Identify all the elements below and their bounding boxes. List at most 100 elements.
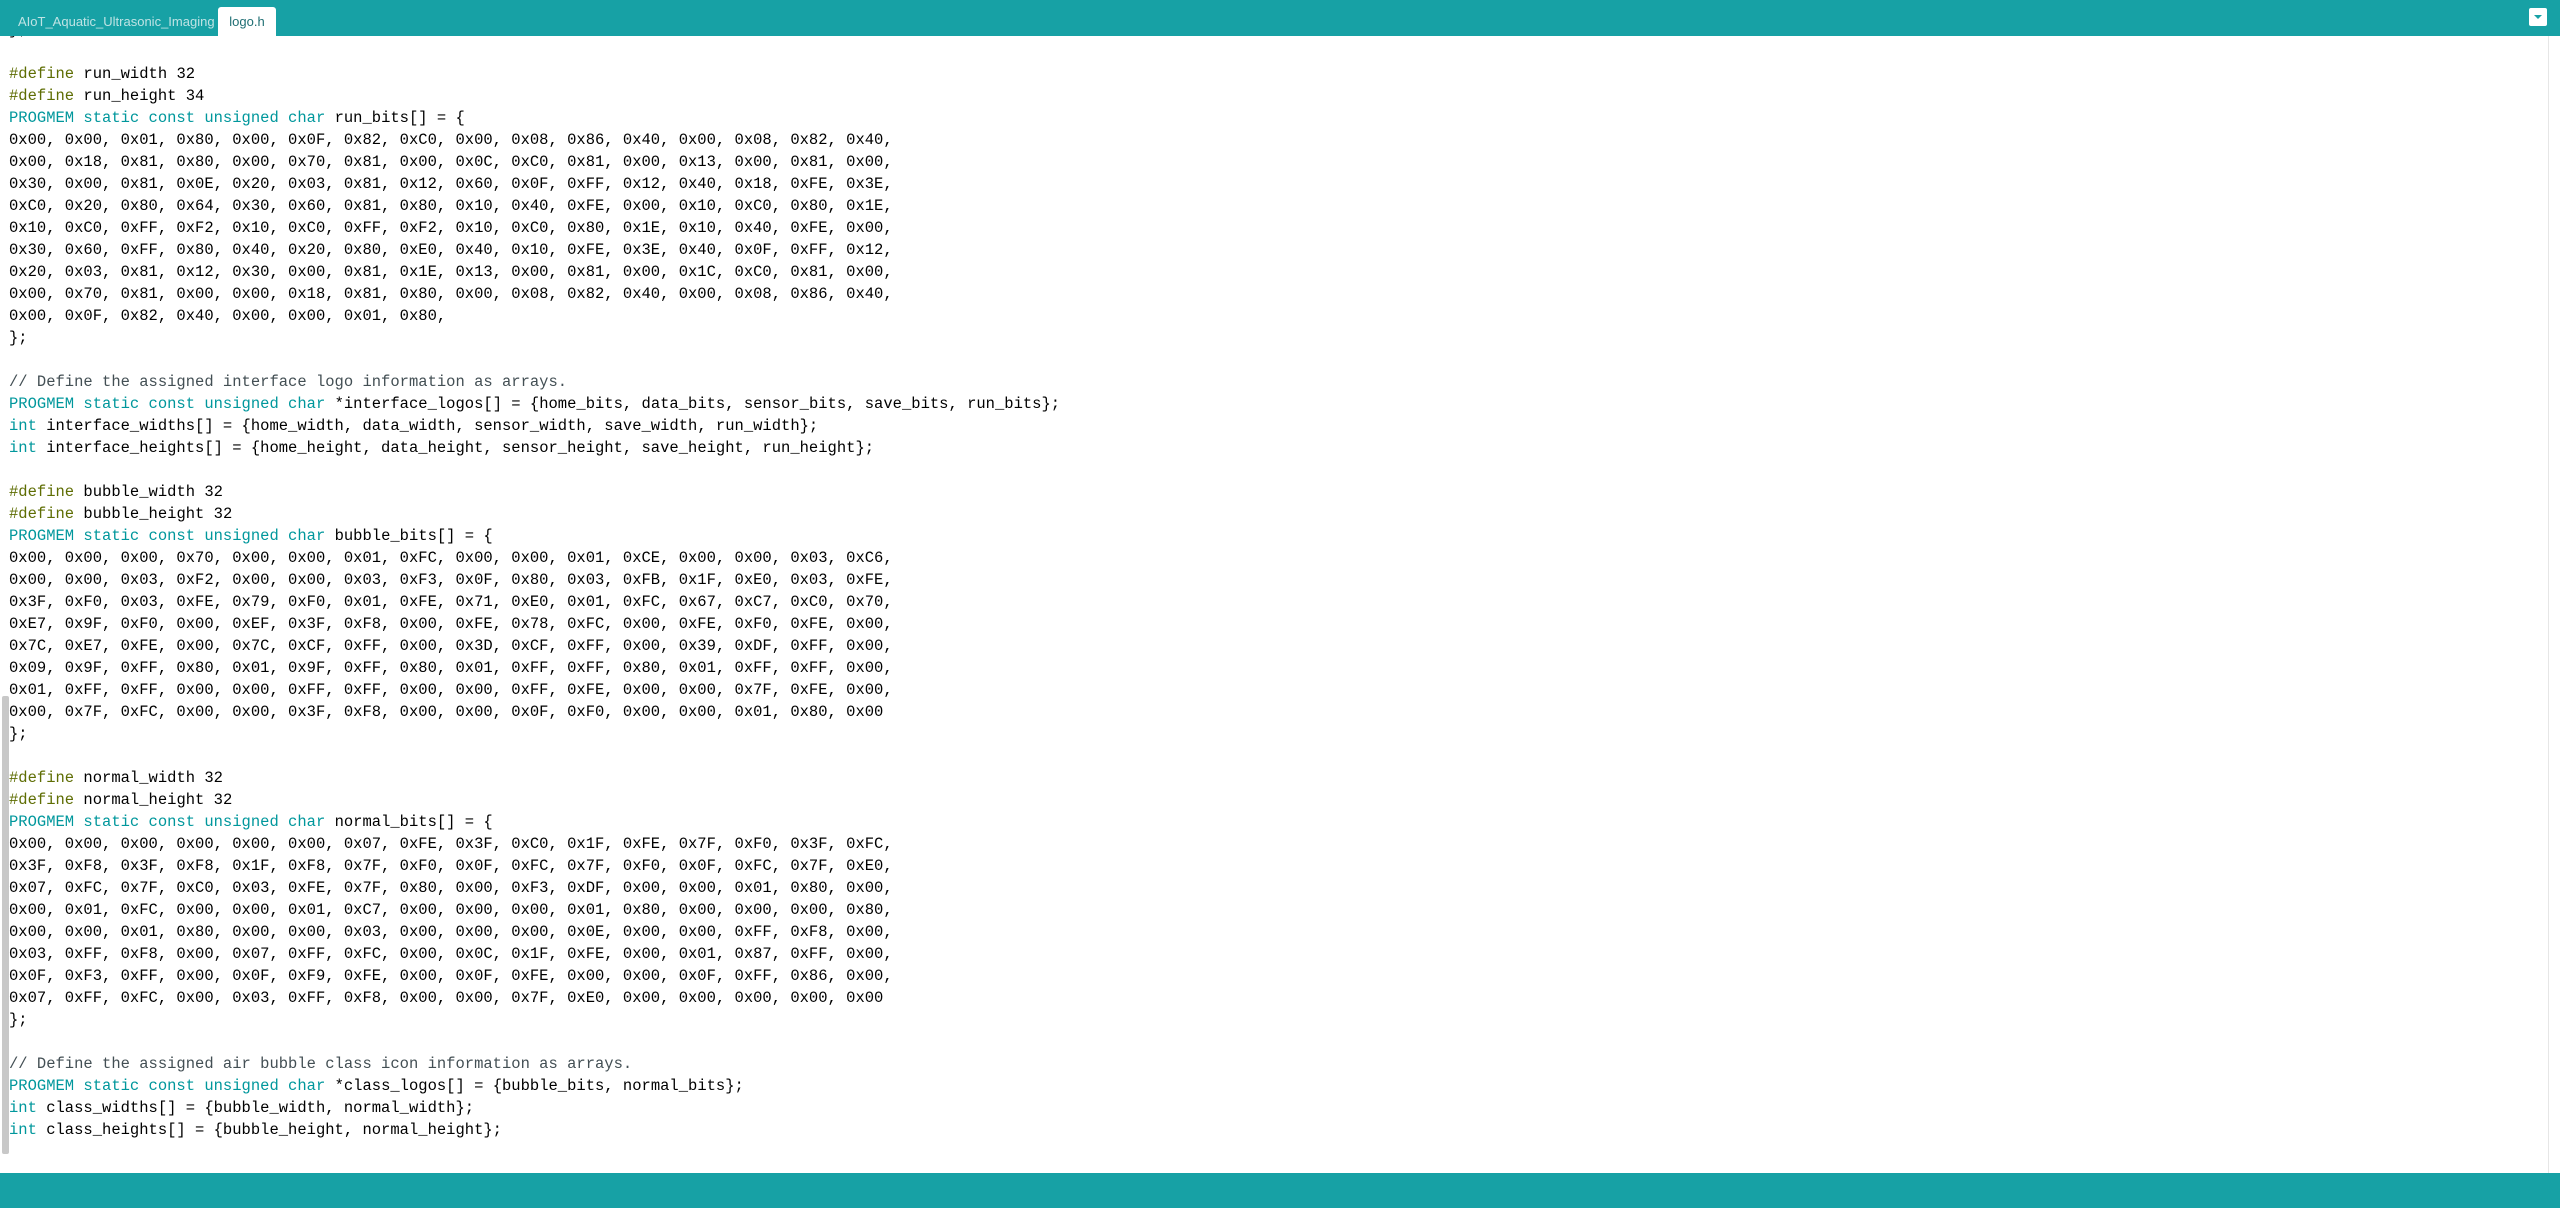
code-line[interactable]: int class_heights[] = {bubble_height, no…: [9, 1119, 1060, 1141]
code-line[interactable]: 0xE7, 0x9F, 0xF0, 0x00, 0xEF, 0x3F, 0xF8…: [9, 613, 1060, 635]
code-keyword: PROGMEM static const unsigned char: [9, 109, 326, 127]
code-line[interactable]: int interface_heights[] = {home_height, …: [9, 437, 1060, 459]
code-line[interactable]: 0x00, 0x01, 0xFC, 0x00, 0x00, 0x01, 0xC7…: [9, 899, 1060, 921]
code-line[interactable]: 0x00, 0x00, 0x03, 0xF2, 0x00, 0x00, 0x03…: [9, 569, 1060, 591]
code-text-span: 0x20, 0x03, 0x81, 0x12, 0x30, 0x00, 0x81…: [9, 263, 893, 281]
code-comment: // Define the assigned interface logo in…: [9, 373, 568, 391]
code-text-span: interface_heights[] = {home_height, data…: [36, 439, 875, 457]
code-line[interactable]: 0x00, 0x0F, 0x82, 0x40, 0x00, 0x00, 0x01…: [9, 305, 1060, 327]
code-line[interactable]: PROGMEM static const unsigned char *inte…: [9, 393, 1060, 415]
code-text-span: *interface_logos[] = {home_bits, data_bi…: [325, 395, 1061, 413]
code-line[interactable]: 0x3F, 0xF8, 0x3F, 0xF8, 0x1F, 0xF8, 0x7F…: [9, 855, 1060, 877]
code-line[interactable]: };: [9, 327, 1060, 349]
code-keyword: #define: [9, 65, 75, 83]
code-keyword: int: [9, 1099, 37, 1117]
code-keyword: #define: [9, 87, 75, 105]
code-text-span: interface_widths[] = {home_width, data_w…: [36, 417, 819, 435]
code-keyword: PROGMEM static const unsigned char: [9, 1077, 326, 1095]
code-line[interactable]: 0x09, 0x9F, 0xFF, 0x80, 0x01, 0x9F, 0xFF…: [9, 657, 1060, 679]
code-text-span: 0x00, 0x00, 0x03, 0xF2, 0x00, 0x00, 0x03…: [9, 571, 893, 589]
code-text-span: 0x07, 0xFF, 0xFC, 0x00, 0x03, 0xFF, 0xF8…: [9, 989, 884, 1007]
code-keyword: #define: [9, 769, 75, 787]
code-line[interactable]: 0x00, 0x00, 0x00, 0x00, 0x00, 0x00, 0x07…: [9, 833, 1060, 855]
code-line[interactable]: [9, 1031, 1060, 1053]
code-text-span: normal_height 32: [74, 791, 233, 809]
code-text-span: 0x7C, 0xE7, 0xFE, 0x00, 0x7C, 0xCF, 0xFF…: [9, 637, 893, 655]
code-line[interactable]: };: [9, 1009, 1060, 1031]
code-line[interactable]: 0x00, 0x00, 0x01, 0x80, 0x00, 0x00, 0x03…: [9, 921, 1060, 943]
code-line[interactable]: 0x00, 0x00, 0x00, 0x70, 0x00, 0x00, 0x01…: [9, 547, 1060, 569]
code-line[interactable]: [9, 349, 1060, 371]
code-line[interactable]: 0x03, 0xFF, 0xF8, 0x00, 0x07, 0xFF, 0xFC…: [9, 943, 1060, 965]
code-line[interactable]: PROGMEM static const unsigned char *clas…: [9, 1075, 1060, 1097]
code-line[interactable]: #define bubble_height 32: [9, 503, 1060, 525]
code-text-span: 0x30, 0x00, 0x81, 0x0E, 0x20, 0x03, 0x81…: [9, 175, 893, 193]
tab-sketch[interactable]: AIoT_Aquatic_Ultrasonic_Imaging: [8, 7, 216, 36]
code-line[interactable]: // Define the assigned air bubble class …: [9, 1053, 1060, 1075]
code-text-span: };: [9, 329, 28, 347]
horizontal-scrollbar[interactable]: [0, 1164, 2548, 1173]
code-line[interactable]: [9, 745, 1060, 767]
code-text-span: 0x00, 0x70, 0x81, 0x00, 0x00, 0x18, 0x81…: [9, 285, 893, 303]
code-keyword: PROGMEM static const unsigned char: [9, 527, 326, 545]
code-line[interactable]: 0x30, 0x60, 0xFF, 0x80, 0x40, 0x20, 0x80…: [9, 239, 1060, 261]
code-text-span: };: [9, 725, 28, 743]
tab-logo-h[interactable]: logo.h: [218, 7, 276, 36]
code-line[interactable]: PROGMEM static const unsigned char norma…: [9, 811, 1060, 833]
code-text-span: 0x00, 0x00, 0x00, 0x70, 0x00, 0x00, 0x01…: [9, 549, 893, 567]
code-line[interactable]: PROGMEM static const unsigned char run_b…: [9, 107, 1060, 129]
code-text[interactable]: }; #define run_width 32#define run_height…: [9, 36, 1060, 1141]
chevron-down-icon: [2529, 8, 2547, 26]
code-keyword: int: [9, 417, 37, 435]
code-line[interactable]: #define run_width 32: [9, 63, 1060, 85]
code-line[interactable]: 0x00, 0x00, 0x01, 0x80, 0x00, 0x0F, 0x82…: [9, 129, 1060, 151]
code-text-span: };: [9, 1011, 28, 1029]
code-text-span: 0x07, 0xFC, 0x7F, 0xC0, 0x03, 0xFE, 0x7F…: [9, 879, 893, 897]
code-text-span: 0x00, 0x18, 0x81, 0x80, 0x00, 0x70, 0x81…: [9, 153, 893, 171]
code-line[interactable]: 0x00, 0x70, 0x81, 0x00, 0x00, 0x18, 0x81…: [9, 283, 1060, 305]
code-text-span: 0x00, 0x00, 0x00, 0x00, 0x00, 0x00, 0x07…: [9, 835, 893, 853]
code-line[interactable]: [9, 41, 1060, 63]
code-line[interactable]: 0x07, 0xFF, 0xFC, 0x00, 0x03, 0xFF, 0xF8…: [9, 987, 1060, 1009]
code-line[interactable]: 0x7C, 0xE7, 0xFE, 0x00, 0x7C, 0xCF, 0xFF…: [9, 635, 1060, 657]
code-line[interactable]: };: [9, 723, 1060, 745]
code-keyword: int: [9, 1121, 37, 1139]
code-line[interactable]: 0x30, 0x00, 0x81, 0x0E, 0x20, 0x03, 0x81…: [9, 173, 1060, 195]
code-line[interactable]: 0x01, 0xFF, 0xFF, 0x00, 0x00, 0xFF, 0xFF…: [9, 679, 1060, 701]
code-text-span: 0x01, 0xFF, 0xFF, 0x00, 0x00, 0xFF, 0xFF…: [9, 681, 893, 699]
vertical-scrollbar[interactable]: [2548, 36, 2560, 1173]
code-line[interactable]: 0x07, 0xFC, 0x7F, 0xC0, 0x03, 0xFE, 0x7F…: [9, 877, 1060, 899]
status-bar: [0, 1173, 2560, 1208]
code-line[interactable]: #define run_height 34: [9, 85, 1060, 107]
code-line[interactable]: 0x10, 0xC0, 0xFF, 0xF2, 0x10, 0xC0, 0xFF…: [9, 217, 1060, 239]
code-line[interactable]: // Define the assigned interface logo in…: [9, 371, 1060, 393]
code-line[interactable]: #define normal_height 32: [9, 789, 1060, 811]
code-text-span: 0xC0, 0x20, 0x80, 0x64, 0x30, 0x60, 0x81…: [9, 197, 893, 215]
code-comment: // Define the assigned air bubble class …: [9, 1055, 633, 1073]
code-line[interactable]: 0x00, 0x7F, 0xFC, 0x00, 0x00, 0x3F, 0xF8…: [9, 701, 1060, 723]
code-text-span: normal_bits[] = {: [325, 813, 493, 831]
code-line[interactable]: int interface_widths[] = {home_width, da…: [9, 415, 1060, 437]
code-line[interactable]: 0x00, 0x18, 0x81, 0x80, 0x00, 0x70, 0x81…: [9, 151, 1060, 173]
code-line[interactable]: 0x20, 0x03, 0x81, 0x12, 0x30, 0x00, 0x81…: [9, 261, 1060, 283]
code-line[interactable]: [9, 459, 1060, 481]
code-line[interactable]: PROGMEM static const unsigned char bubbl…: [9, 525, 1060, 547]
code-line[interactable]: #define normal_width 32: [9, 767, 1060, 789]
vertical-scrollbar-thumb[interactable]: [2, 696, 9, 1154]
code-line[interactable]: int class_widths[] = {bubble_width, norm…: [9, 1097, 1060, 1119]
code-text-span: 0x30, 0x60, 0xFF, 0x80, 0x40, 0x20, 0x80…: [9, 241, 893, 259]
code-text-span: class_heights[] = {bubble_height, normal…: [36, 1121, 502, 1139]
code-line[interactable]: 0xC0, 0x20, 0x80, 0x64, 0x30, 0x60, 0x81…: [9, 195, 1060, 217]
code-line[interactable]: 0x0F, 0xF3, 0xFF, 0x00, 0x0F, 0xF9, 0xFE…: [9, 965, 1060, 987]
code-text-span: 0x03, 0xFF, 0xF8, 0x00, 0x07, 0xFF, 0xFC…: [9, 945, 893, 963]
code-text-span: run_bits[] = {: [325, 109, 465, 127]
code-editor[interactable]: }; #define run_width 32#define run_height…: [0, 36, 2548, 1173]
code-line[interactable]: 0x3F, 0xF0, 0x03, 0xFE, 0x79, 0xF0, 0x01…: [9, 591, 1060, 613]
code-keyword: #define: [9, 483, 75, 501]
code-keyword: PROGMEM static const unsigned char: [9, 813, 326, 831]
tab-menu-button[interactable]: [2529, 8, 2547, 26]
code-text-span: bubble_height 32: [74, 505, 233, 523]
code-text-span: 0x00, 0x00, 0x01, 0x80, 0x00, 0x00, 0x03…: [9, 923, 893, 941]
code-keyword: #define: [9, 505, 75, 523]
code-line[interactable]: #define bubble_width 32: [9, 481, 1060, 503]
